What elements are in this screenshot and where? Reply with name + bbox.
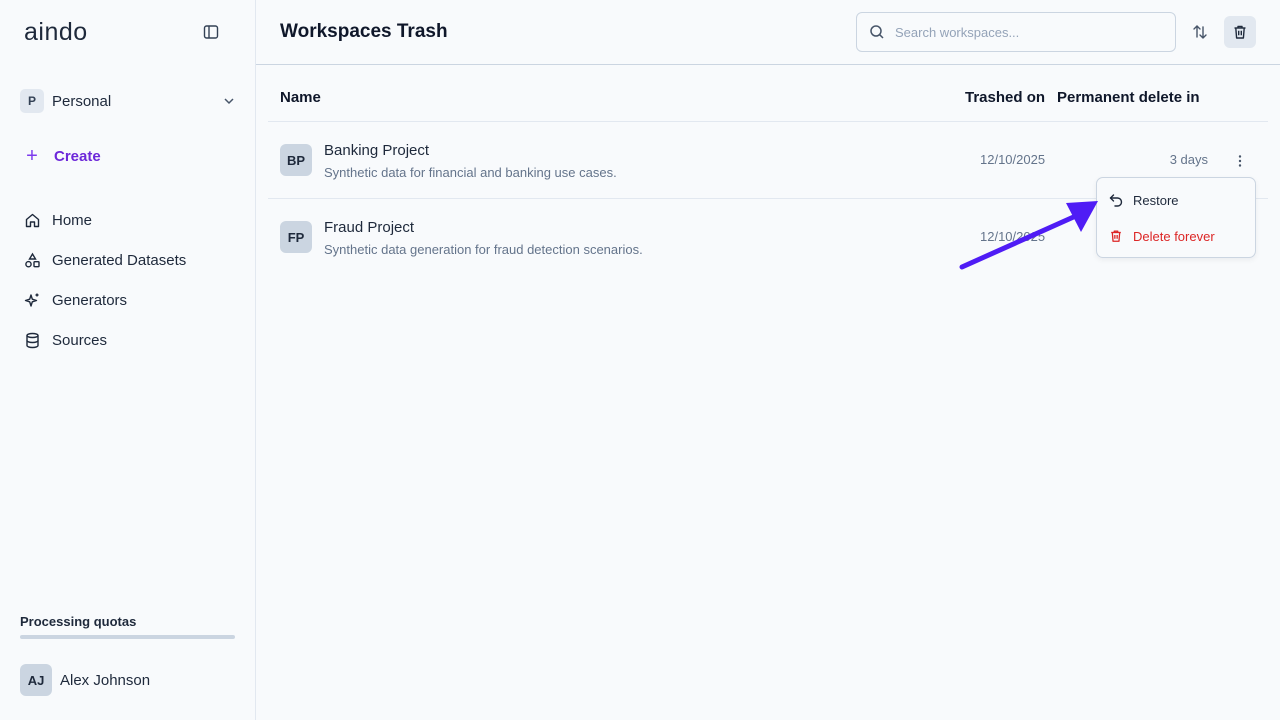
avatar: AJ: [20, 664, 52, 696]
column-header-delete-in[interactable]: Permanent delete in: [1057, 89, 1200, 106]
workspace-description: Synthetic data for financial and banking…: [324, 165, 617, 180]
sort-button[interactable]: [1188, 20, 1212, 44]
app-logo[interactable]: aindo: [24, 18, 88, 47]
sidebar: aindo P Personal + Create Home Generated…: [0, 0, 256, 720]
search-input[interactable]: [895, 24, 1155, 40]
user-menu[interactable]: AJ Alex Johnson: [20, 664, 150, 696]
search-icon: [870, 25, 884, 39]
search-box[interactable]: [856, 12, 1176, 52]
workspace-name: Banking Project: [324, 142, 430, 159]
sidebar-item-label: Generators: [52, 291, 128, 309]
trash-button[interactable]: [1224, 16, 1256, 48]
row-actions-button[interactable]: [1228, 149, 1252, 173]
sidebar-toggle-button[interactable]: [200, 21, 222, 43]
sidebar-item-label: Generated Datasets: [52, 251, 187, 269]
undo-icon: [1109, 194, 1123, 207]
table-header: Name Trashed on Permanent delete in: [268, 78, 1268, 122]
trashed-on-date: 12/10/2025: [980, 229, 1046, 244]
column-header-name[interactable]: Name: [280, 89, 321, 106]
user-name: Alex Johnson: [60, 671, 151, 689]
workspace-description: Synthetic data generation for fraud dete…: [324, 242, 643, 257]
restore-label: Restore: [1133, 192, 1179, 208]
trash-icon: [1234, 25, 1246, 39]
database-icon: [22, 330, 42, 350]
trashed-on-date: 12/10/2025: [980, 152, 1046, 167]
quota-bar: [20, 635, 235, 639]
workspace-switcher[interactable]: P Personal: [20, 88, 236, 114]
more-vertical-icon: [1238, 155, 1242, 167]
sidebar-item-home[interactable]: Home: [22, 200, 236, 240]
chevron-down-icon: [224, 98, 234, 105]
trash-icon: [1111, 230, 1121, 242]
restore-menu-item[interactable]: Restore: [1109, 188, 1179, 212]
processing-quotas[interactable]: Processing quotas: [20, 614, 235, 639]
delete-forever-menu-item[interactable]: Delete forever: [1109, 224, 1215, 248]
delete-forever-label: Delete forever: [1133, 228, 1215, 244]
workspace-avatar: BP: [280, 144, 312, 176]
sidebar-item-label: Home: [52, 211, 93, 229]
workspace-badge: P: [20, 89, 44, 113]
sparkles-icon: [22, 290, 42, 310]
quota-label: Processing quotas: [20, 614, 137, 629]
create-button[interactable]: + Create: [22, 144, 101, 168]
delete-in-value: 3 days: [1169, 152, 1208, 167]
row-actions-menu: Restore Delete forever: [1096, 177, 1256, 258]
sidebar-item-sources[interactable]: Sources: [22, 320, 236, 360]
sidebar-item-generated-datasets[interactable]: Generated Datasets: [22, 240, 236, 280]
shapes-icon: [22, 250, 42, 270]
workspace-avatar: FP: [280, 221, 312, 253]
workspace-name: Fraud Project: [324, 219, 415, 236]
sidebar-item-generators[interactable]: Generators: [22, 280, 236, 320]
sidebar-item-label: Sources: [52, 331, 108, 349]
page-title: Workspaces Trash: [280, 21, 448, 42]
column-header-trashed-on[interactable]: Trashed on: [965, 89, 1045, 106]
sidebar-panel-icon: [203, 25, 219, 39]
home-icon: [22, 210, 42, 230]
sidebar-nav: Home Generated Datasets Generators Sourc…: [22, 200, 236, 360]
sort-arrows-icon: [1193, 25, 1207, 39]
workspace-name: Personal: [52, 92, 112, 110]
create-label: Create: [54, 147, 101, 165]
page-header: Workspaces Trash: [256, 0, 1280, 65]
plus-icon: +: [26, 145, 38, 167]
